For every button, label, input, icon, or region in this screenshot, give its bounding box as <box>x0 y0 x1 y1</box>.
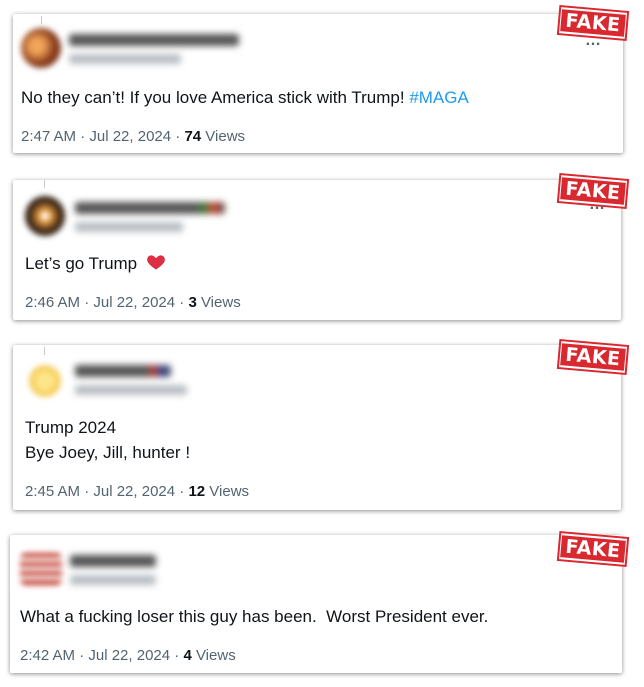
handle-blurred[interactable] <box>75 385 187 395</box>
avatar[interactable] <box>25 196 65 236</box>
handle-blurred[interactable] <box>69 54 181 64</box>
views-label: Views <box>201 128 246 145</box>
display-name-blurred[interactable] <box>70 555 156 567</box>
fake-stamp: FAKE <box>556 531 630 567</box>
views-label: Views <box>191 647 236 664</box>
tweet-meta: 2:46 AM · Jul 22, 2024 · 3 Views <box>25 294 241 311</box>
timestamp-link[interactable]: 2:45 AM · Jul 22, 2024 · <box>25 483 188 500</box>
tweet-text-body: Let’s go Trump <box>25 254 142 273</box>
tweet-card: … Trump 2024 Bye Joey, Jill, hunter ! 2:… <box>13 345 621 510</box>
fake-stamp: FAKE <box>556 5 630 41</box>
tweet-text-line: Trump 2024 <box>25 418 117 437</box>
tweet-card: … No they can’t! If you love America sti… <box>13 14 623 153</box>
thread-line <box>44 180 45 188</box>
timestamp-link[interactable]: 2:42 AM · Jul 22, 2024 · <box>20 647 183 664</box>
views-label: Views <box>205 483 250 500</box>
views-count: 74 <box>184 128 202 145</box>
timestamp-link[interactable]: 2:46 AM · Jul 22, 2024 · <box>25 294 188 311</box>
avatar[interactable] <box>29 365 61 397</box>
thread-line <box>44 347 45 355</box>
avatar[interactable] <box>20 553 62 585</box>
display-name-blurred[interactable] <box>75 202 225 214</box>
tweet-text-body: No they can’t! If you love America stick… <box>21 88 410 107</box>
timestamp-link[interactable]: 2:47 AM · Jul 22, 2024 · <box>21 128 184 145</box>
tweet-meta: 2:42 AM · Jul 22, 2024 · 4 Views <box>20 647 236 664</box>
tweet-text-line: Bye Joey, Jill, hunter ! <box>25 443 191 462</box>
hashtag-link[interactable]: #MAGA <box>409 88 469 107</box>
views-count: 4 <box>183 647 192 664</box>
display-name-blurred[interactable] <box>69 34 239 46</box>
tweet-card: … Let’s go Trump 2:46 AM · Jul 22, 2024 … <box>13 180 621 320</box>
handle-blurred[interactable] <box>75 222 183 232</box>
fake-stamp: FAKE <box>556 339 630 375</box>
display-name-blurred[interactable] <box>75 365 171 377</box>
views-label: Views <box>196 294 241 311</box>
tweet-text: What a fucking loser this guy has been. … <box>20 607 489 626</box>
red-heart-icon <box>147 255 165 270</box>
views-count: 12 <box>188 483 206 500</box>
thread-line <box>41 16 42 24</box>
tweet-meta: 2:45 AM · Jul 22, 2024 · 12 Views <box>25 483 249 500</box>
tweet-meta: 2:47 AM · Jul 22, 2024 · 74 Views <box>21 128 245 145</box>
fake-stamp: FAKE <box>556 173 630 209</box>
views-count: 3 <box>188 294 197 311</box>
tweet-card: … What a fucking loser this guy has been… <box>10 535 622 673</box>
avatar[interactable] <box>21 28 61 68</box>
tweet-text: No they can’t! If you love America stick… <box>21 86 469 110</box>
handle-blurred[interactable] <box>70 575 156 585</box>
tweet-text: Let’s go Trump <box>25 252 166 276</box>
